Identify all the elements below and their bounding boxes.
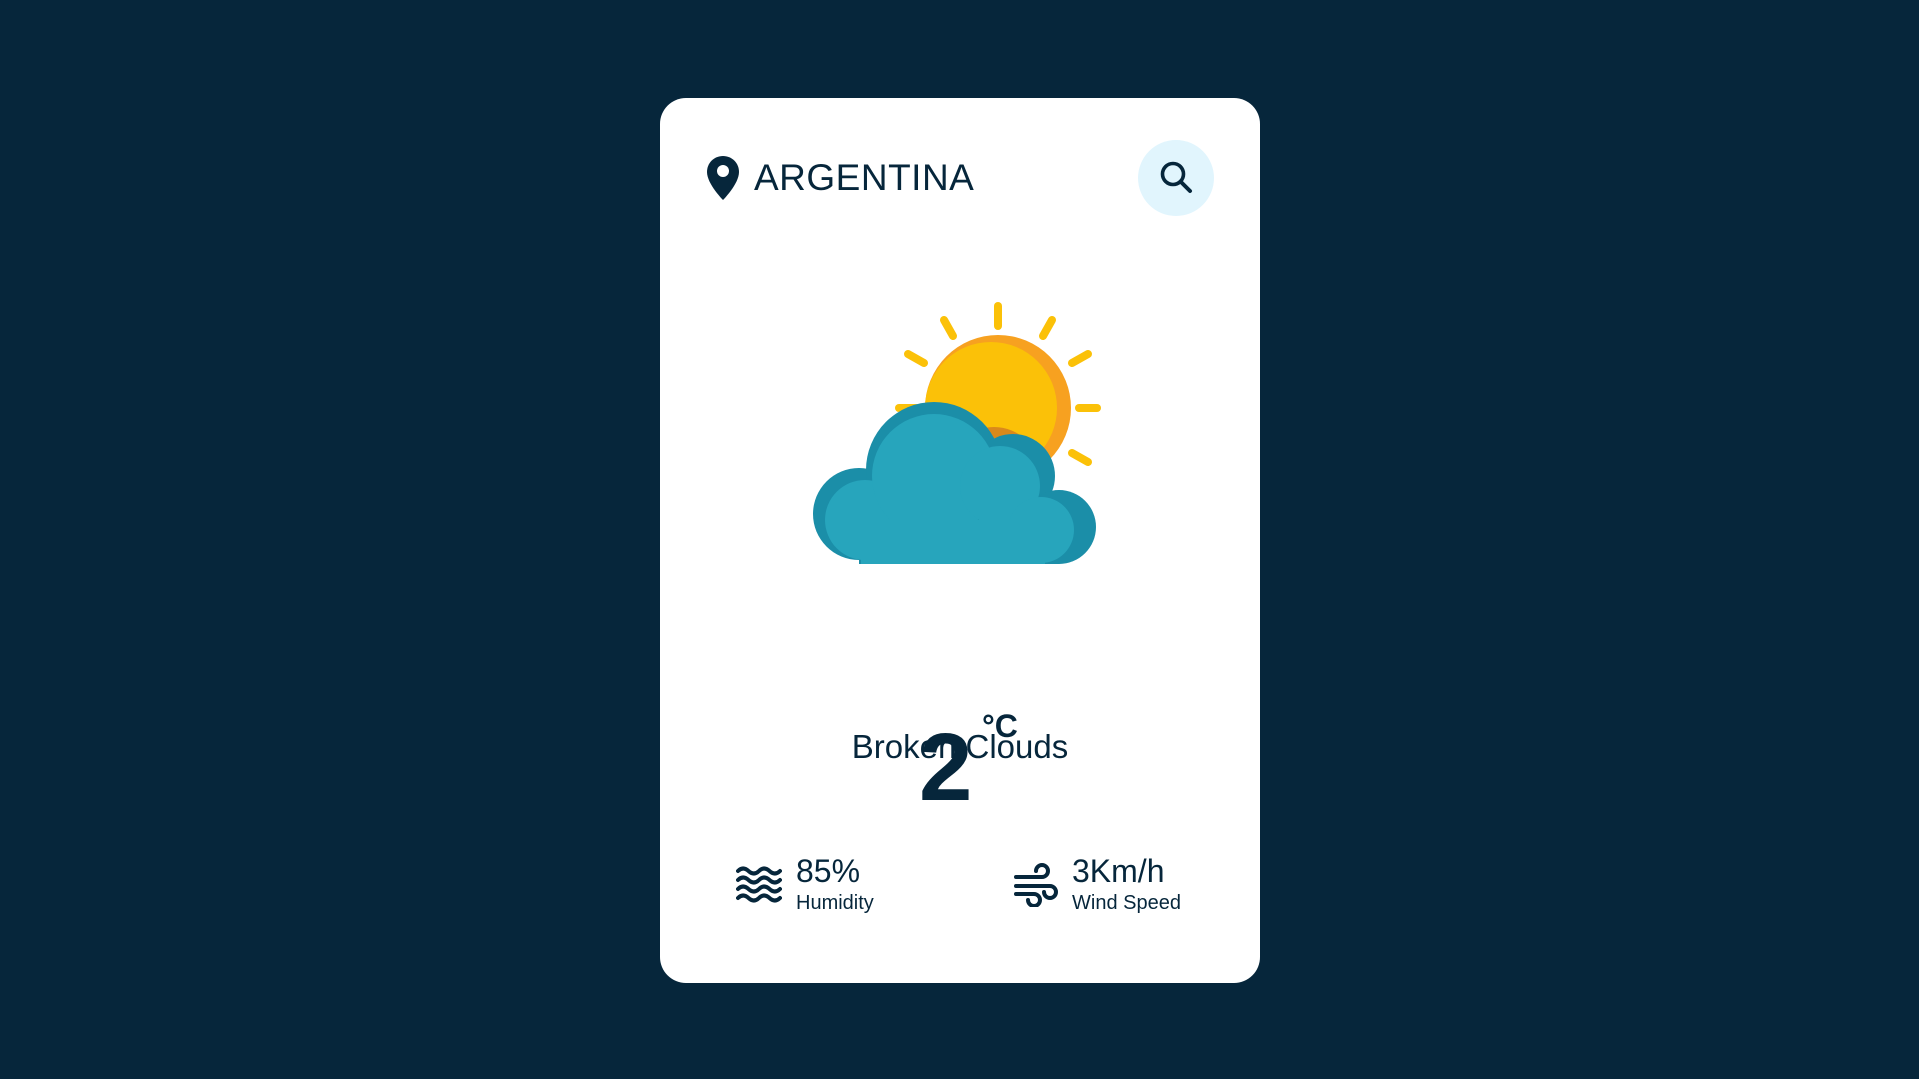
wind-stat: 3Km/h Wind Speed [1012,855,1181,913]
wind-text: 3Km/h Wind Speed [1072,855,1181,913]
search-button[interactable] [1138,140,1214,216]
location: ARGENTINA [706,155,974,201]
weather-condition: Broken Clouds [851,728,1069,765]
search-icon [1158,159,1194,198]
partly-cloudy-icon [805,298,1115,568]
humidity-text: 85% Humidity [796,855,874,913]
card-header: ARGENTINA [706,140,1214,216]
humidity-stat: 85% Humidity [736,855,874,913]
wind-icon [1012,861,1058,908]
weather-card: ARGENTINA 2 °C Broken Clouds 85% Humidit… [660,98,1260,983]
waves-icon [736,861,782,907]
humidity-label: Humidity [796,892,874,914]
wind-value: 3Km/h [1072,853,1165,889]
wind-label: Wind Speed [1072,892,1181,914]
location-name: ARGENTINA [754,157,975,198]
weather-stats: 85% Humidity 3Km/h Wind Speed [736,855,1190,935]
map-pin-icon [706,155,740,201]
humidity-value: 85% [796,853,861,889]
